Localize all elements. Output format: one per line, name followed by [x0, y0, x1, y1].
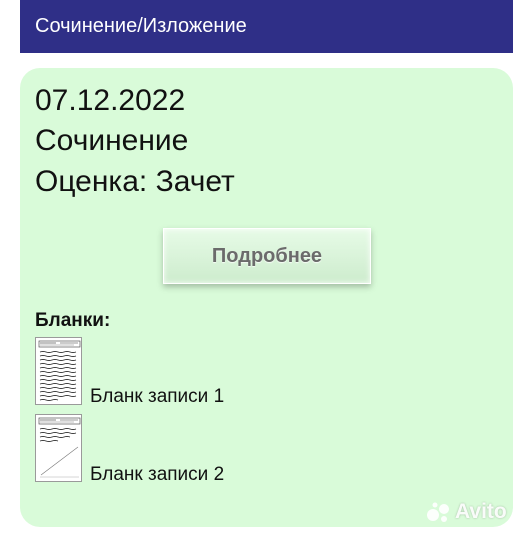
page-header: Сочинение/Изложение — [20, 0, 513, 53]
blank-label-1[interactable]: Бланк записи 1 — [90, 386, 224, 408]
header-title: Сочинение/Изложение — [35, 15, 247, 37]
blank-thumbnail-2[interactable] — [35, 414, 82, 482]
essay-type: Сочинение — [35, 124, 189, 157]
blank-thumbnail-1[interactable] — [35, 337, 82, 405]
details-button[interactable]: Подробнее — [163, 228, 371, 284]
essay-date: 07.12.2022 — [35, 84, 186, 117]
watermark-text: Avito — [455, 500, 507, 523]
essay-card: 07.12.2022 Сочинение Оценка: Зачет Подро… — [20, 68, 513, 527]
blank-label-2[interactable]: Бланк записи 2 — [90, 464, 224, 486]
essay-grade: Оценка: Зачет — [35, 165, 235, 198]
avito-logo-icon — [427, 502, 449, 522]
blanks-title: Бланки: — [35, 310, 111, 331]
avito-watermark: Avito — [425, 500, 507, 524]
